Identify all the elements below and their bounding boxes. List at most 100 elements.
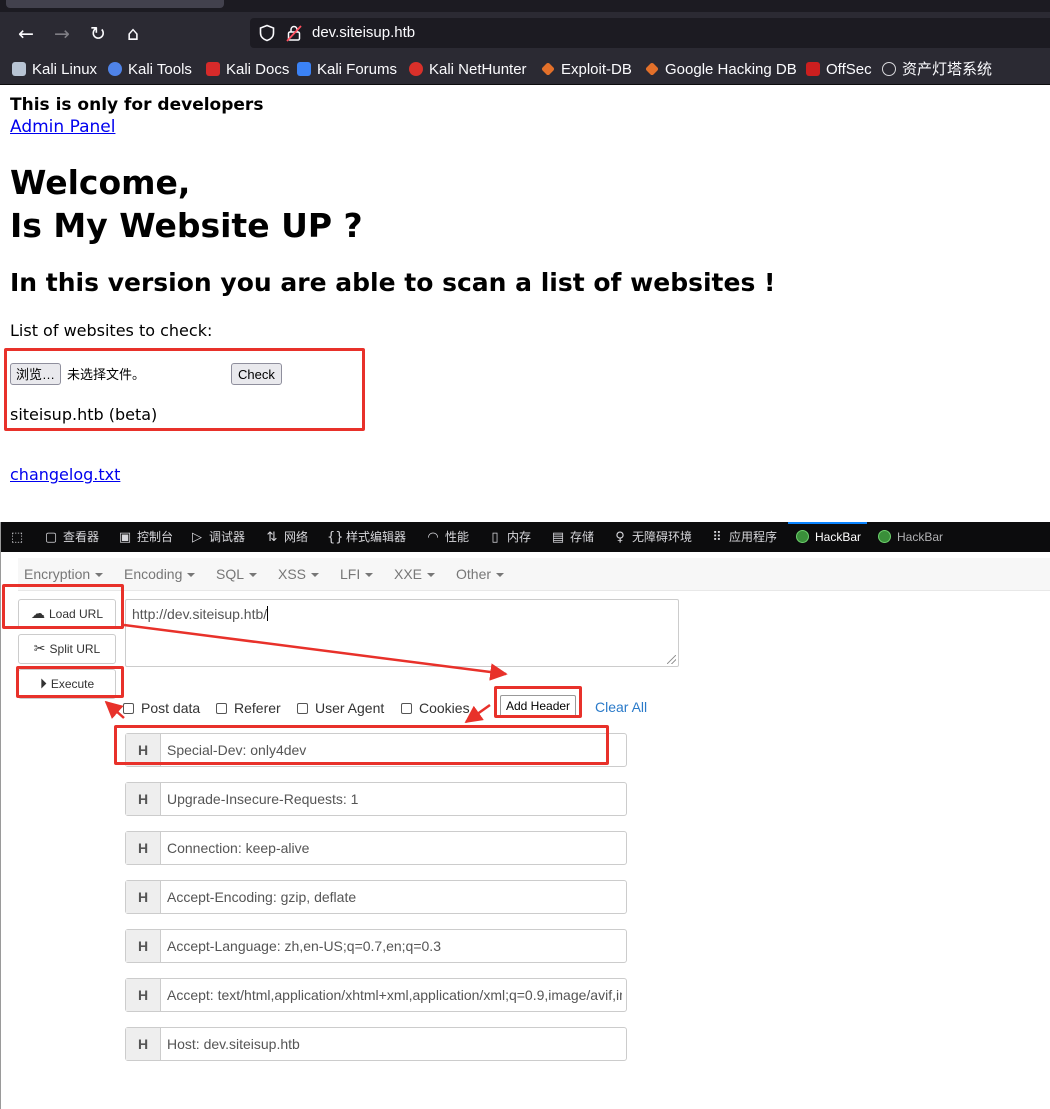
header-row[interactable]: H Accept: text/html,application/xhtml+xml… — [125, 978, 627, 1012]
header-badge: H — [126, 881, 161, 913]
tab-console[interactable]: ▣ 控制台 — [118, 522, 173, 552]
text-cursor — [267, 606, 269, 621]
globe-icon — [882, 62, 896, 76]
header-row[interactable]: H Host: dev.siteisup.htb — [125, 1027, 627, 1061]
file-status-text: 未选择文件。 — [67, 367, 146, 382]
cookies-option[interactable]: Cookies — [401, 699, 470, 717]
bookmark-kali-forums[interactable]: Kali Forums — [297, 59, 397, 81]
nethunter-icon — [409, 62, 423, 76]
url-input-text[interactable]: http://dev.siteisup.htb/ — [132, 606, 269, 622]
referer-checkbox[interactable] — [216, 703, 227, 714]
add-header-button[interactable]: Add Header — [500, 695, 577, 717]
header-row[interactable]: H Upgrade-Insecure-Requests: 1 — [125, 782, 627, 816]
page-subtitle: In this version you are able to scan a l… — [10, 268, 776, 297]
header-row[interactable]: H Special-Dev: only4dev — [125, 733, 627, 767]
tab-performance[interactable]: ◠ 性能 — [426, 522, 469, 552]
header-badge: H — [126, 734, 161, 766]
browser-tab[interactable] — [6, 0, 224, 8]
clear-all-link[interactable]: Clear All — [595, 698, 647, 716]
tab-network[interactable]: ⇅ 网络 — [265, 522, 308, 552]
memory-icon: ▯ — [491, 530, 499, 545]
tab-debugger[interactable]: ▷ 调试器 — [190, 522, 245, 552]
bookmark-google-hacking-db[interactable]: Google Hacking DB — [645, 59, 797, 81]
header-value[interactable]: Special-Dev: only4dev — [167, 734, 622, 766]
admin-panel-link[interactable]: Admin Panel — [10, 117, 115, 137]
load-url-button[interactable]: ☁ Load URL — [18, 599, 116, 629]
hackbar-menu: Encryption Encoding SQL XSS LFI XXE Othe… — [18, 558, 1050, 591]
tracking-shield-icon[interactable] — [258, 24, 276, 42]
menu-lfi[interactable]: LFI — [340, 558, 374, 590]
kali-dragon-icon — [12, 62, 26, 76]
beta-note: siteisup.htb (beta) — [10, 405, 158, 424]
bookmarks-toolbar: Kali Linux Kali Tools Kali Docs Kali For… — [0, 56, 1050, 85]
header-value[interactable]: Host: dev.siteisup.htb — [167, 1028, 622, 1060]
browse-file-button[interactable]: 浏览… — [10, 363, 62, 385]
welcome-heading: Welcome, — [10, 163, 191, 202]
accessibility-icon: ♀ — [615, 530, 625, 545]
panel-border — [0, 522, 1, 1109]
bookmark-asset-lighthouse[interactable]: 资产灯塔系统 — [882, 59, 992, 81]
performance-icon: ◠ — [427, 530, 439, 545]
exploit-db-icon — [541, 62, 555, 76]
bookmark-exploit-db[interactable]: Exploit-DB — [541, 59, 632, 81]
post-data-checkbox[interactable] — [123, 703, 134, 714]
menu-xss[interactable]: XSS — [278, 558, 320, 590]
forward-arrow-icon[interactable]: → — [48, 20, 76, 48]
header-value[interactable]: Upgrade-Insecure-Requests: 1 — [167, 783, 622, 815]
console-icon: ▣ — [118, 530, 132, 545]
menu-encoding[interactable]: Encoding — [124, 558, 196, 590]
header-value[interactable]: Accept: text/html,application/xhtml+xml,… — [167, 979, 622, 1011]
header-value[interactable]: Accept-Language: zh,en-US;q=0.7,en;q=0.3 — [167, 930, 622, 962]
bookmark-kali-tools[interactable]: Kali Tools — [108, 59, 192, 81]
header-badge: H — [126, 832, 161, 864]
header-row[interactable]: H Accept-Encoding: gzip, deflate — [125, 880, 627, 914]
menu-encryption[interactable]: Encryption — [24, 558, 104, 590]
referer-option[interactable]: Referer — [216, 699, 281, 717]
bookmark-offsec[interactable]: OffSec — [806, 59, 872, 81]
execute-button[interactable]: ⏵ Execute — [18, 669, 116, 699]
cookies-checkbox[interactable] — [401, 703, 412, 714]
bookmark-kali-linux[interactable]: Kali Linux — [12, 59, 97, 81]
reload-icon[interactable]: ↻ — [84, 20, 112, 48]
header-value[interactable]: Connection: keep-alive — [167, 832, 622, 864]
menu-other[interactable]: Other — [456, 558, 505, 590]
tab-storage[interactable]: ▤ 存储 — [551, 522, 594, 552]
tab-hackbar[interactable]: HackBar — [878, 522, 943, 552]
back-arrow-icon[interactable]: ← — [12, 20, 40, 48]
tab-memory[interactable]: ▯ 内存 — [488, 522, 531, 552]
header-value[interactable]: Accept-Encoding: gzip, deflate — [167, 881, 622, 913]
tab-hackbar-active[interactable]: HackBar — [787, 522, 868, 552]
website-list-label: List of websites to check: — [10, 321, 213, 340]
tab-accessibility[interactable]: ♀ 无障碍环境 — [613, 522, 692, 552]
kali-forums-icon — [297, 62, 311, 76]
changelog-link[interactable]: changelog.txt — [10, 465, 120, 485]
split-url-button[interactable]: ✂ Split URL — [18, 634, 116, 664]
insecure-lock-icon[interactable] — [286, 24, 302, 42]
hackbar-panel: Encryption Encoding SQL XSS LFI XXE Othe… — [2, 552, 1050, 1109]
chevron-down-icon — [496, 573, 505, 577]
element-picker-icon[interactable]: ⬚ — [10, 522, 29, 552]
url-text[interactable]: dev.siteisup.htb — [312, 23, 415, 43]
address-bar[interactable]: dev.siteisup.htb — [250, 18, 1050, 48]
play-icon: ⏵ — [39, 676, 47, 692]
tab-inspector[interactable]: ▢ 查看器 — [44, 522, 99, 552]
url-input[interactable]: http://dev.siteisup.htb/ — [125, 599, 679, 667]
check-button[interactable]: Check — [231, 363, 282, 385]
user-agent-checkbox[interactable] — [297, 703, 308, 714]
tab-application[interactable]: ⠿ 应用程序 — [710, 522, 777, 552]
inspector-icon: ▢ — [44, 530, 58, 545]
home-icon[interactable]: ⌂ — [119, 20, 147, 48]
post-data-option[interactable]: Post data — [123, 699, 200, 717]
menu-xxe[interactable]: XXE — [394, 558, 436, 590]
header-row[interactable]: H Accept-Language: zh,en-US;q=0.7,en;q=0.… — [125, 929, 627, 963]
bookmark-kali-nethunter[interactable]: Kali NetHunter — [409, 59, 527, 81]
user-agent-option[interactable]: User Agent — [297, 699, 384, 717]
menu-sql[interactable]: SQL — [216, 558, 258, 590]
tab-style-editor[interactable]: {} 样式编辑器 — [327, 522, 406, 552]
bookmark-kali-docs[interactable]: Kali Docs — [206, 59, 289, 81]
navigation-toolbar: ← → ↻ ⌂ dev.siteisup.htb — [0, 12, 1050, 56]
header-row[interactable]: H Connection: keep-alive — [125, 831, 627, 865]
resize-handle-icon[interactable] — [667, 655, 676, 664]
ghdb-icon — [645, 62, 659, 76]
hackbar-icon — [796, 530, 809, 543]
